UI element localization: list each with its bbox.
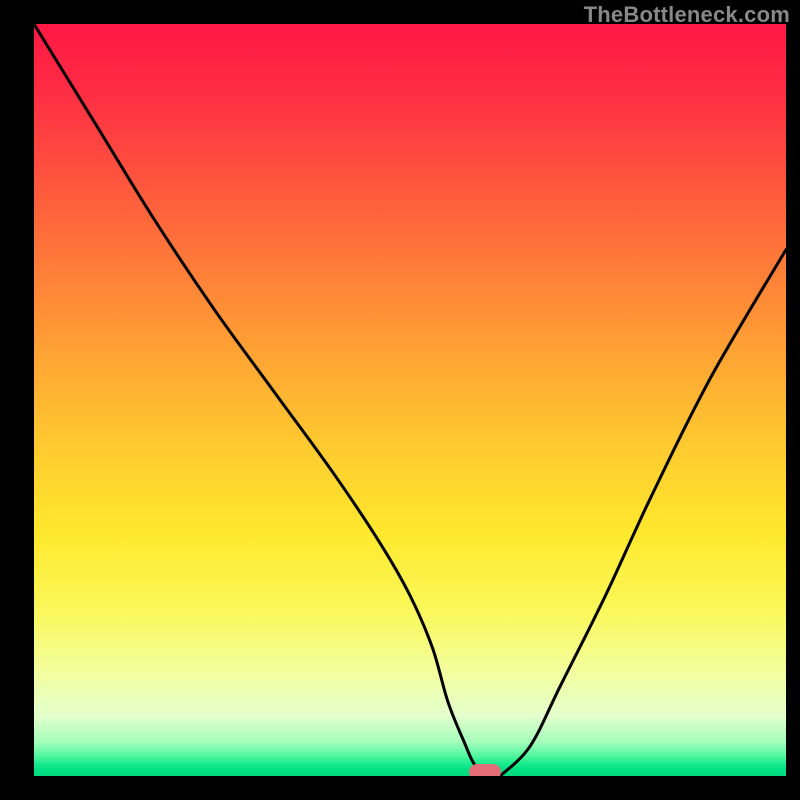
bottleneck-curve <box>34 24 786 776</box>
plot-area <box>34 24 786 776</box>
min-marker <box>469 764 501 776</box>
curve-layer <box>34 24 786 776</box>
watermark-text: TheBottleneck.com <box>584 2 790 28</box>
figure-root: TheBottleneck.com <box>0 0 800 800</box>
